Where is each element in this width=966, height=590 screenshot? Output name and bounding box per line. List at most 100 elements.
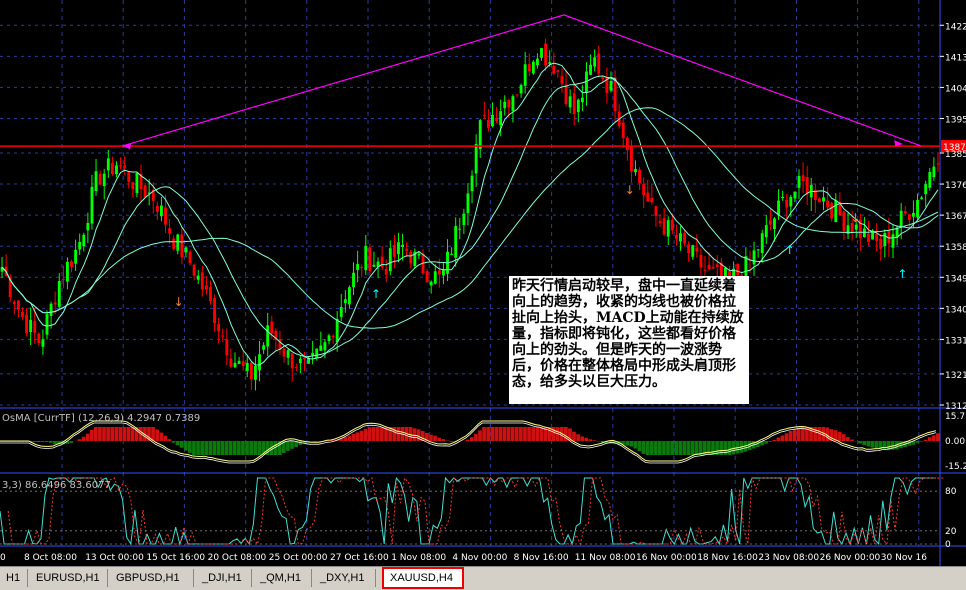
candle-body [282, 348, 286, 357]
osma-bar [380, 427, 384, 441]
candle-body [102, 173, 106, 186]
candle-body [352, 272, 355, 288]
osma-bar [441, 439, 446, 441]
candle-body [621, 122, 625, 139]
candle-body [634, 168, 637, 173]
osma-bar [727, 441, 732, 455]
candle-body [523, 64, 527, 86]
osma-bar [478, 430, 482, 441]
osma-bar [931, 435, 936, 441]
candle-body [425, 271, 429, 282]
osma-bar [490, 427, 495, 441]
candle-body [674, 235, 678, 239]
candle-body [797, 176, 801, 188]
candle-body [503, 101, 507, 109]
symbol-tab[interactable]: H1 [0, 569, 28, 587]
symbol-tab[interactable]: XAUUSD,H4 [382, 567, 464, 589]
osma-bar [682, 441, 687, 455]
osma-bar [98, 427, 102, 441]
candle-body [715, 264, 719, 267]
candle-body [609, 81, 613, 91]
osma-bar [347, 435, 352, 441]
candle-body [45, 314, 49, 335]
candle-body [33, 321, 37, 333]
osma-bar [53, 441, 57, 445]
candle-body [290, 352, 294, 369]
candle-body [658, 220, 662, 223]
symbol-tab[interactable]: GBPUSD,H1 [110, 569, 194, 587]
candle-body [98, 173, 102, 185]
candle-body [826, 200, 830, 207]
osma-bar [723, 441, 728, 455]
osma-bar [465, 439, 470, 441]
candle-body [388, 248, 392, 272]
symbol-tab[interactable]: _DXY,H1 [314, 569, 376, 587]
symbol-tab[interactable]: EURUSD,H1 [30, 569, 108, 587]
candle-body [544, 43, 548, 66]
osma-bar [662, 441, 666, 455]
osma-bar [163, 435, 168, 441]
candle-body [217, 323, 221, 332]
osma-bar [376, 427, 380, 441]
candle-body [568, 96, 572, 108]
candle-body [912, 212, 915, 217]
candle-body [495, 117, 498, 122]
candle-body [90, 186, 94, 224]
candle-body [311, 352, 315, 356]
candle-body [188, 251, 192, 264]
osma-bar [167, 439, 172, 441]
candle-body [123, 165, 127, 168]
time-tick-label: 1 Nov 08:00 [391, 553, 446, 563]
candle-body [294, 366, 298, 368]
osma-bar [359, 430, 364, 441]
osma-bar [412, 428, 417, 441]
osma-bar [81, 436, 86, 441]
candle-body [155, 205, 159, 212]
osma-bar [510, 427, 515, 441]
candle-body [57, 281, 61, 307]
osma-bar [188, 441, 192, 453]
osma-bar [792, 429, 797, 441]
candle-body [507, 99, 511, 108]
time-tick-label: 16 Nov 00:00 [636, 553, 697, 563]
osma-bar [220, 441, 225, 455]
up-arrow-icon: ↑ [897, 267, 907, 281]
candle-body [903, 211, 907, 214]
candle-body [74, 249, 78, 264]
candle-body [433, 271, 437, 284]
candle-body [429, 281, 433, 286]
osma-bar [698, 441, 703, 455]
candle-body [204, 285, 208, 290]
candle-body [527, 64, 531, 72]
candle-body [646, 192, 650, 202]
osma-bar [731, 441, 736, 455]
down-arrow-icon: ↓ [174, 295, 184, 309]
candle-body [368, 247, 372, 272]
candle-body [899, 210, 903, 228]
candle-body [262, 345, 266, 350]
candle-body [143, 185, 147, 198]
candle-body [683, 232, 686, 244]
osma-bar [678, 441, 683, 455]
time-tick-label: 18 Nov 16:00 [697, 553, 758, 563]
candle-body [360, 266, 364, 269]
osma-bar [433, 435, 437, 441]
candle-body [670, 219, 674, 231]
candle-body [192, 265, 196, 276]
osma-bar [580, 436, 585, 441]
osma-bar [764, 441, 768, 444]
price-tick-label: 1413 [945, 53, 966, 63]
osma-bar [130, 427, 135, 441]
candle-body [110, 162, 114, 174]
osma-bar [179, 441, 184, 448]
candle-body [486, 119, 490, 128]
price-chart[interactable]: 1387↓↑↓↑↓↑ 14221413140413951385137613671… [0, 0, 966, 566]
candle-body [29, 319, 33, 332]
symbol-tab[interactable]: _DJI,H1 [196, 569, 252, 587]
candle-body [16, 300, 20, 310]
symbol-tab[interactable]: _QM,H1 [254, 569, 312, 587]
candle-body [801, 175, 805, 182]
candle-body [249, 362, 253, 380]
time-tick-label: 8 Nov 16:00 [514, 553, 569, 563]
candle-body [854, 224, 858, 230]
